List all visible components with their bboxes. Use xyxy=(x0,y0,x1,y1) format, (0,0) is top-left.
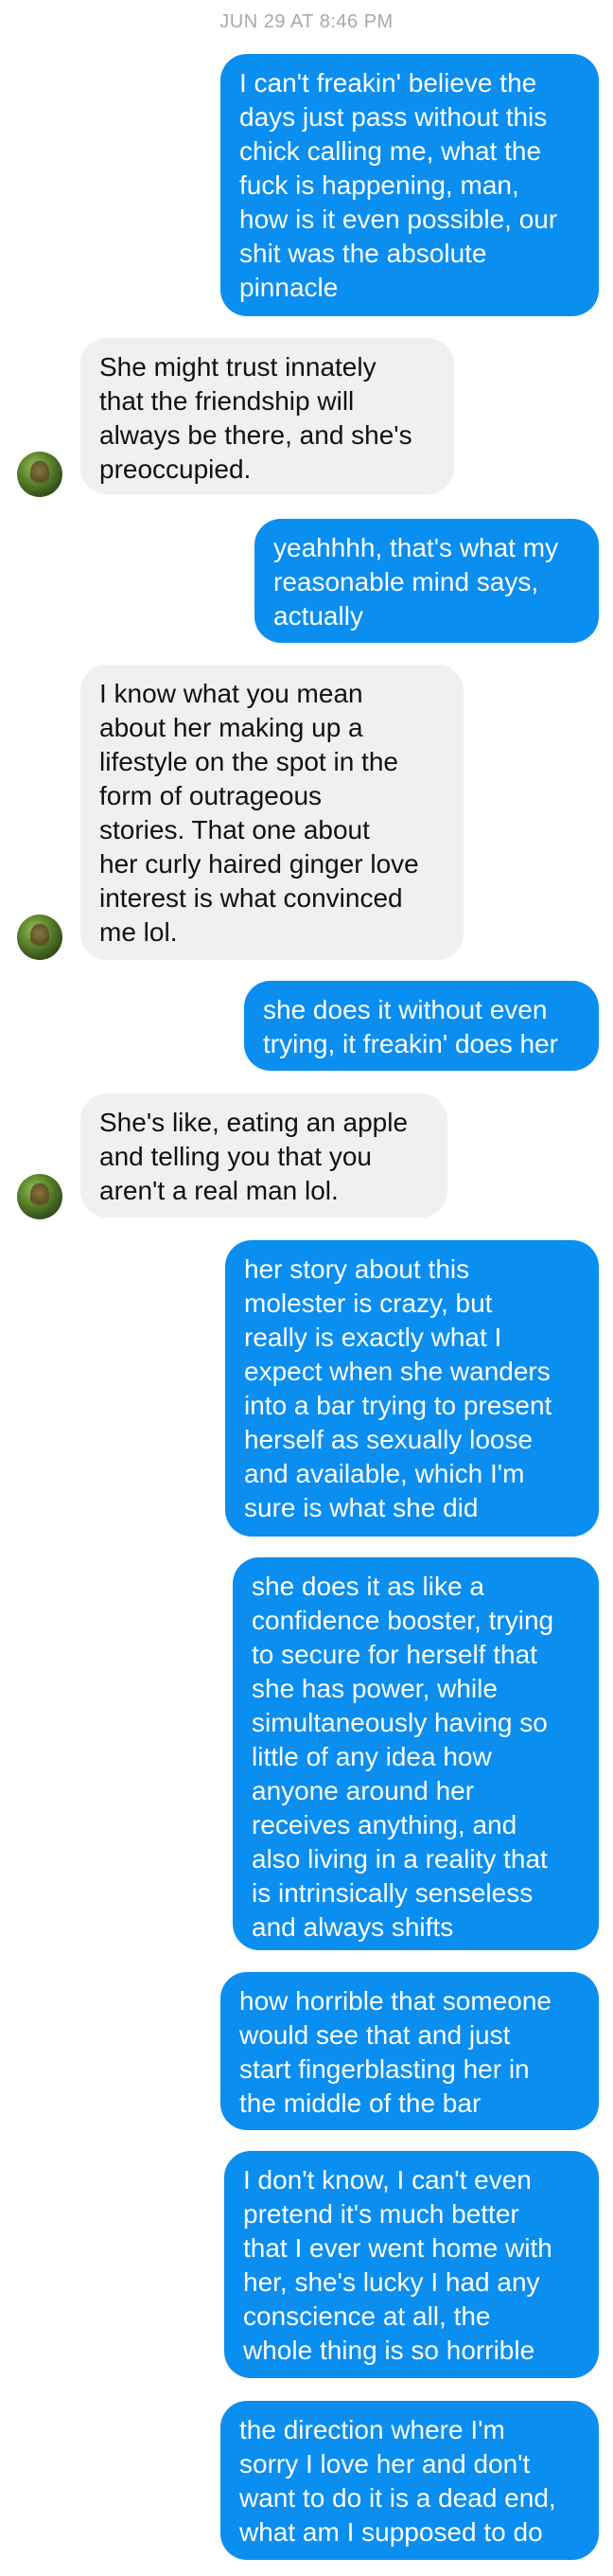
contact-avatar-icon[interactable] xyxy=(17,452,62,497)
message-bubble-incoming[interactable]: She's like, eating an apple and telling … xyxy=(80,1093,447,1217)
message-bubble-outgoing[interactable]: yeahhhh, that's what my reasonable mind … xyxy=(254,519,599,643)
message-bubble-incoming[interactable]: I know what you mean about her making up… xyxy=(80,665,464,960)
message-bubble-outgoing[interactable]: the direction where I'm sorry I love her… xyxy=(220,2401,599,2560)
message-bubble-outgoing[interactable]: her story about this molester is crazy, … xyxy=(225,1240,599,1537)
message-bubble-outgoing[interactable]: how horrible that someone would see that… xyxy=(220,1972,599,2130)
message-bubble-outgoing[interactable]: she does it as like a confidence booster… xyxy=(233,1557,599,1950)
message-bubble-outgoing[interactable]: I don't know, I can't even pretend it's … xyxy=(224,2151,599,2378)
message-bubble-outgoing[interactable]: she does it without even trying, it frea… xyxy=(244,981,599,1071)
message-bubble-incoming[interactable]: She might trust innately that the friend… xyxy=(80,338,454,494)
conversation-timestamp: JUN 29 AT 8:46 PM xyxy=(219,11,394,32)
message-bubble-outgoing[interactable]: I can't freakin' believe the days just p… xyxy=(220,54,599,316)
contact-avatar-icon[interactable] xyxy=(17,1174,62,1219)
contact-avatar-icon[interactable] xyxy=(17,915,62,960)
